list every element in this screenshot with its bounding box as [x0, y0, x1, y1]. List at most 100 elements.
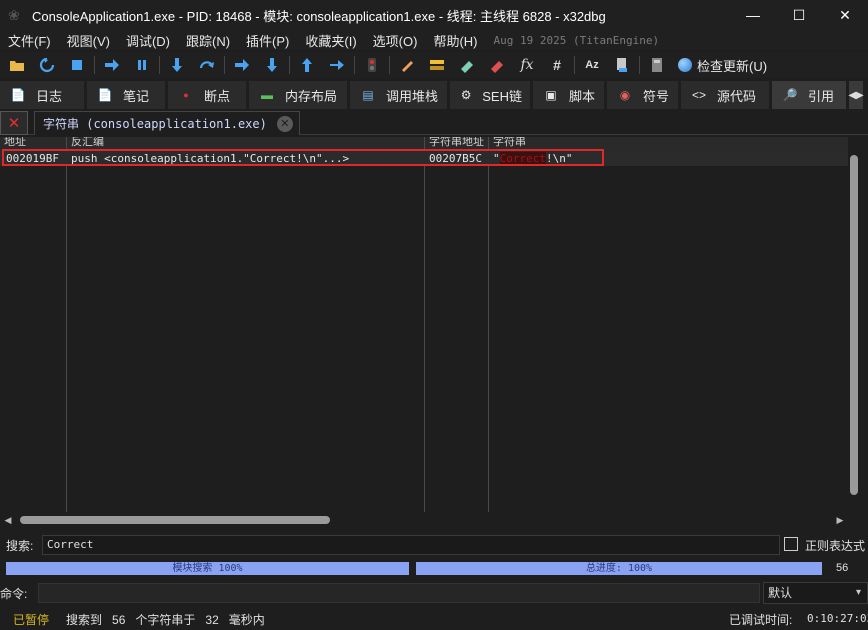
tab-script[interactable]: ▣ 脚本 [533, 81, 604, 109]
globe-icon [678, 58, 692, 72]
column-divider [488, 137, 489, 512]
regex-label[interactable]: 正则表达式 [805, 537, 865, 554]
menu-trace[interactable]: 跟踪(N) [178, 31, 238, 50]
tab-label: 日志 [36, 88, 63, 104]
tab-notes[interactable]: 📄 笔记 [87, 81, 165, 109]
run-to-user-code-icon[interactable] [326, 54, 348, 76]
trace-over-icon[interactable] [261, 54, 283, 76]
patch-icon[interactable] [396, 54, 418, 76]
menu-debug[interactable]: 调试(D) [118, 31, 178, 50]
command-input[interactable] [38, 583, 760, 603]
source-icon: <> [691, 88, 706, 102]
log-icon: 📄 [10, 88, 26, 102]
progress-count: 56 [836, 562, 849, 574]
tab-scroll-arrows[interactable]: ◀▶ [848, 81, 864, 109]
vertical-scroll-thumb[interactable] [850, 155, 858, 495]
status-count: 56 [112, 613, 126, 627]
debug-time-label: 已调试时间: [729, 613, 793, 627]
tab-symbols[interactable]: ◉ 符号 [607, 81, 678, 109]
check-update-button[interactable]: 检查更新(U) [678, 56, 767, 75]
debug-state: 已暂停 [13, 613, 50, 627]
title-bar: ❀ ConsoleApplication1.exe - PID: 18468 -… [0, 0, 868, 30]
notes-icon: 📄 [97, 88, 113, 102]
status-strings: 个字符串于 [135, 613, 196, 627]
close-all-tabs-button[interactable]: ✕ [0, 111, 28, 135]
tab-references[interactable]: 🔎 引用 [772, 81, 846, 109]
tab-memory-map[interactable]: ▬ 内存布局 [249, 81, 347, 109]
symbols-icon: ◉ [619, 88, 631, 102]
bug-icon: ❀ [8, 7, 20, 23]
menu-options[interactable]: 选项(O) [365, 31, 426, 50]
total-progress: 总进度: 100% [416, 562, 822, 575]
menu-file[interactable]: 文件(F) [0, 31, 59, 50]
menu-view[interactable]: 视图(V) [59, 31, 118, 50]
horizontal-scroll-track[interactable] [16, 512, 832, 528]
status-bar: 已暂停 搜索到 56 个字符串于 32 毫秒内 已调试时间: 0:10:27:03 [0, 608, 868, 630]
references-icon: 🔎 [782, 88, 798, 102]
minimize-button[interactable]: — [730, 0, 776, 30]
tab-call-stack[interactable]: ▤ 调用堆栈 [350, 81, 447, 109]
trace-into-icon[interactable] [231, 54, 253, 76]
memory-map-icon: ▬ [261, 88, 273, 102]
font-icon[interactable]: Aᴢ [581, 54, 603, 76]
tab-label: 断点 [204, 88, 231, 104]
horizontal-scrollbar[interactable]: ◀ ▶ [0, 512, 848, 528]
toolbar-separator [354, 56, 355, 74]
cpu-icon[interactable] [611, 54, 633, 76]
tab-label: SEH链 [482, 88, 522, 104]
execute-till-return-icon[interactable] [296, 54, 318, 76]
breakpoint-icon: ● [183, 90, 189, 100]
command-mode-select[interactable]: 默认 ▾ [763, 582, 868, 604]
column-divider [424, 137, 425, 512]
tab-source[interactable]: <> 源代码 [681, 81, 769, 109]
vertical-scrollbar[interactable] [850, 151, 860, 511]
pause-icon[interactable] [131, 54, 153, 76]
close-button[interactable]: ✕ [822, 0, 868, 30]
toolbar-separator [224, 56, 225, 74]
tab-breakpoints[interactable]: ● 断点 [168, 81, 246, 109]
scroll-left-icon[interactable]: ◀ [0, 515, 16, 526]
tab-label: 源代码 [717, 88, 757, 104]
run-icon[interactable] [101, 54, 123, 76]
toolbar-separator [159, 56, 160, 74]
comment-icon[interactable] [456, 54, 478, 76]
remove-icon[interactable] [486, 54, 508, 76]
tab-log[interactable]: 📄 日志 [0, 81, 84, 109]
close-tab-icon[interactable]: ✕ [276, 115, 293, 132]
menu-help[interactable]: 帮助(H) [425, 31, 485, 50]
tab-label: 调用堆栈 [386, 88, 439, 104]
scroll-right-icon[interactable]: ▶ [832, 515, 848, 526]
step-into-icon[interactable] [166, 54, 188, 76]
horizontal-scroll-thumb[interactable] [20, 516, 330, 524]
stop-icon[interactable] [66, 54, 88, 76]
debug-time-value: 0:10:27:03 [807, 612, 868, 625]
toolbar-separator [94, 56, 95, 74]
maximize-button[interactable]: ☐ [776, 0, 822, 30]
folder-open-icon[interactable] [6, 54, 28, 76]
toolbar-separator [574, 56, 575, 74]
menu-bar: 文件(F) 视图(V) 调试(D) 跟踪(N) 插件(P) 收藏夹(I) 选项(… [0, 30, 868, 50]
tab-label: 引用 [808, 88, 835, 104]
tab-label: 脚本 [569, 88, 596, 104]
regex-checkbox[interactable] [784, 537, 798, 551]
tab-strings[interactable]: 字符串 (consoleapplication1.exe) ✕ [34, 111, 300, 135]
step-over-icon[interactable] [196, 54, 218, 76]
tab-seh-chain[interactable]: ⚙ SEH链 [450, 81, 530, 109]
call-stack-icon: ▤ [362, 88, 374, 102]
label-icon[interactable] [426, 54, 448, 76]
window-title: ConsoleApplication1.exe - PID: 18468 - 模… [32, 8, 606, 24]
toolbar-separator [389, 56, 390, 74]
menu-favourites[interactable]: 收藏夹(I) [297, 31, 364, 50]
function-icon[interactable]: fx [516, 54, 538, 76]
search-input[interactable]: Correct [42, 535, 780, 555]
calculator-icon[interactable] [646, 54, 668, 76]
hash-icon[interactable]: # [546, 54, 568, 76]
main-tabs: 📄 日志 📄 笔记 ● 断点 ▬ 内存布局 ▤ 调用堆栈 ⚙ SEH链 ▣ 脚本… [0, 81, 868, 109]
menu-plugins[interactable]: 插件(P) [238, 31, 297, 50]
traffic-light-icon[interactable] [361, 54, 383, 76]
strings-table: 地址 反汇编 字符串地址 字符串 002019BF push <consolea… [0, 137, 868, 529]
restart-icon[interactable] [36, 54, 58, 76]
seh-icon: ⚙ [460, 88, 472, 102]
status-found: 搜索到 [66, 613, 103, 627]
sub-tabs: ✕ 字符串 (consoleapplication1.exe) ✕ [0, 111, 868, 135]
